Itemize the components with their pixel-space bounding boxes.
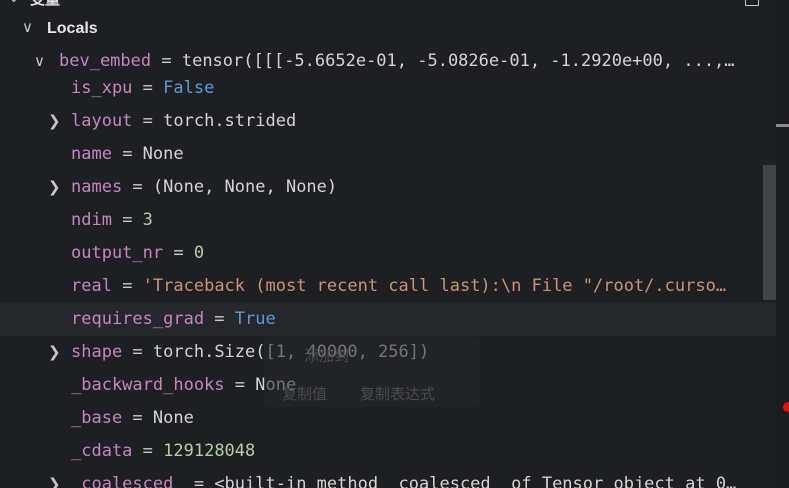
tree-row-output-nr[interactable]: output_nr = 0: [0, 237, 776, 270]
variable-name: requires_grad: [71, 309, 205, 329]
variable-value: 'Traceback (most recent call last):\n Fi…: [142, 276, 727, 296]
variable-name: is_xpu: [71, 78, 133, 98]
tree-row-name[interactable]: name = None: [0, 138, 776, 171]
variable-name: _base: [71, 408, 123, 428]
variable-name: ndim: [71, 210, 112, 230]
variable-name: names: [71, 177, 123, 197]
variable-value: True: [234, 309, 276, 329]
context-menu-ghost: 添加到 复制值 复制表达式: [264, 337, 480, 407]
chevron-down-icon[interactable]: ⌄: [8, 0, 20, 6]
panel-action-icon[interactable]: [745, 0, 759, 6]
section-label: Locals: [47, 20, 98, 37]
chevron-down-icon[interactable]: ∨: [22, 18, 33, 36]
variable-value: None: [152, 408, 194, 428]
context-menu-item[interactable]: 添加到: [304, 345, 349, 366]
scrollbar-marker: [776, 124, 789, 127]
variable-value: False: [163, 78, 215, 98]
tree-row-real[interactable]: real = 'Traceback (most recent call last…: [0, 270, 776, 303]
tree-row-coalesced[interactable]: ❯ _coalesced_ = <built-in method _coales…: [0, 468, 776, 488]
variable-name: bev_embed: [59, 51, 152, 71]
variable-name: _coalesced_: [71, 474, 184, 488]
chevron-right-icon[interactable]: ❯: [48, 105, 61, 138]
variable-name: name: [71, 144, 112, 164]
copy-expression-item[interactable]: 复制表达式: [360, 383, 435, 404]
variable-name: output_nr: [71, 243, 164, 263]
tree-row-is-xpu[interactable]: is_xpu = False: [0, 72, 776, 105]
tree-row-names[interactable]: ❯ names = (None, None, None): [0, 171, 776, 204]
tree-row-requires-grad[interactable]: requires_grad = True: [0, 303, 776, 336]
variable-value: None: [142, 144, 184, 164]
chevron-right-icon[interactable]: ❯: [48, 468, 61, 488]
tree-row-ndim[interactable]: ndim = 3: [0, 204, 776, 237]
panel-title: 变量: [30, 0, 60, 9]
scrollbar-thumb[interactable]: [763, 165, 776, 300]
breakpoint-dot-icon: [783, 402, 789, 412]
variable-value: 0: [193, 243, 205, 263]
locals-section-header[interactable]: ∨ Locals: [0, 12, 789, 45]
variable-name: real: [71, 276, 112, 296]
variable-name: shape: [71, 342, 123, 362]
variable-value: tensor([[[-5.6652e-01, -5.0826e-01, -1.2…: [181, 51, 735, 71]
variable-value: (None, None, None): [152, 177, 338, 197]
variable-value: 3: [142, 210, 153, 230]
variable-name: _cdata: [71, 441, 133, 461]
chevron-right-icon[interactable]: ❯: [48, 336, 61, 369]
variable-value: 129128048: [163, 441, 256, 461]
variables-tree[interactable]: ∨ bev_embed = tensor([[[-5.6652e-01, -5.…: [0, 45, 776, 488]
variable-value: torch.strided: [163, 111, 297, 131]
tree-row-cdata[interactable]: _cdata = 129128048: [0, 435, 776, 468]
variables-panel-header: ⌄ 变量: [0, 0, 789, 12]
chevron-right-icon[interactable]: ❯: [48, 171, 61, 204]
tree-row-layout[interactable]: ❯ layout = torch.strided: [0, 105, 776, 138]
copy-value-item[interactable]: 复制值: [282, 383, 327, 404]
variable-name: layout: [71, 111, 133, 131]
scrollbar-track[interactable]: [776, 0, 789, 488]
variable-value: <built-in method _coalesced_ of Tensor o…: [214, 474, 737, 488]
variable-name: _backward_hooks: [71, 375, 225, 395]
